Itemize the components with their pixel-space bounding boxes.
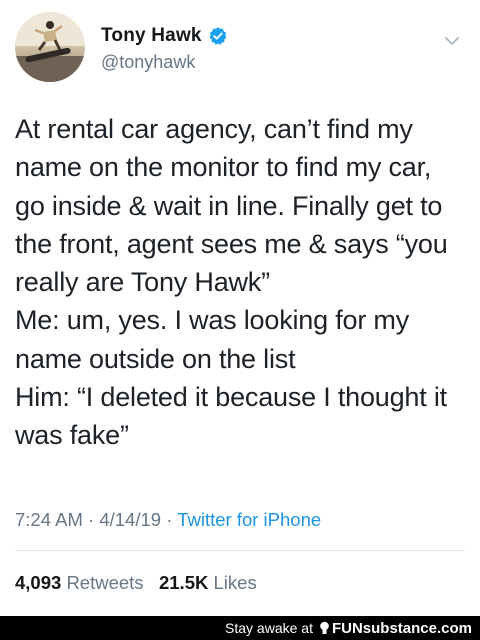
retweets-stat[interactable]: 4,093 Retweets bbox=[15, 572, 144, 593]
tweet-date[interactable]: 4/14/19 bbox=[99, 509, 161, 530]
tweet-card: Tony Hawk @tonyhawk At rental car agency… bbox=[0, 0, 480, 616]
tweet-time[interactable]: 7:24 AM bbox=[15, 509, 83, 530]
meta-separator: · bbox=[88, 509, 95, 530]
tweet-line: name outside on the list bbox=[15, 343, 296, 374]
retweets-label: Retweets bbox=[66, 572, 144, 593]
tweet-source-link[interactable]: Twitter for iPhone bbox=[177, 509, 321, 530]
tweet-line: really are Tony Hawk” bbox=[15, 267, 270, 298]
tweet-text: At rental car agency, can’t find my name… bbox=[15, 110, 471, 455]
tweet-line: Him: “I deleted it because I thought it bbox=[15, 382, 447, 413]
likes-stat[interactable]: 21.5K Likes bbox=[159, 572, 257, 593]
verified-badge-icon bbox=[209, 27, 227, 45]
name-row: Tony Hawk bbox=[101, 24, 228, 48]
retweets-count: 4,093 bbox=[15, 572, 62, 593]
tweet-stats: 4,093 Retweets 21.5K Likes bbox=[15, 572, 257, 594]
tweet-line: was fake” bbox=[15, 420, 129, 451]
tweet-line: go inside & wait in line. Finally get to bbox=[15, 190, 443, 221]
tweet-line: Me: um, yes. I was looking for my bbox=[15, 305, 410, 336]
tweet-line: the front, agent sees me & says “you bbox=[15, 228, 448, 259]
site-logo[interactable]: FUNsubstance.com bbox=[319, 620, 472, 637]
site-footer: Stay awake at FUNsubstance.com bbox=[0, 616, 480, 640]
tweet-meta: 7:24 AM · 4/14/19 · Twitter for iPhone bbox=[15, 509, 321, 531]
site-logo-text: FUNsubstance.com bbox=[331, 619, 472, 637]
meta-separator: · bbox=[166, 509, 173, 530]
divider bbox=[15, 550, 465, 551]
avatar[interactable] bbox=[15, 12, 85, 82]
user-handle[interactable]: @tonyhawk bbox=[101, 52, 195, 73]
bulb-icon bbox=[320, 621, 329, 634]
tweet-header: Tony Hawk @tonyhawk bbox=[15, 12, 465, 82]
likes-count: 21.5K bbox=[158, 572, 209, 593]
display-name[interactable]: Tony Hawk bbox=[101, 25, 202, 47]
tweet-line: At rental car agency, can’t find my bbox=[15, 114, 413, 144]
likes-label: Likes bbox=[213, 572, 257, 593]
tweet-line: name on the monitor to find my car, bbox=[15, 152, 432, 183]
footer-tagline: Stay awake at bbox=[225, 620, 313, 636]
chevron-down-icon[interactable] bbox=[443, 32, 461, 50]
